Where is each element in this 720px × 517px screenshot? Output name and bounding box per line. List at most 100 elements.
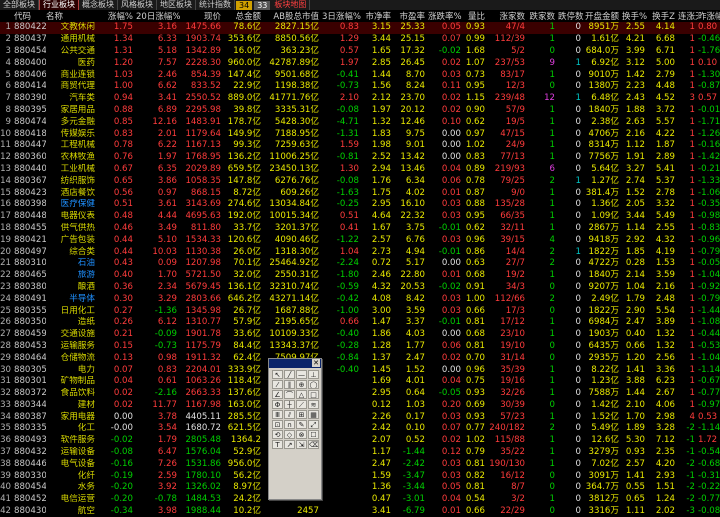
page-pill[interactable]: 34 [236, 0, 253, 10]
table-row[interactable]: 12 880360 农林牧渔 0.76 1.97 1768.95 136.2亿 11006.2… [0, 152, 720, 164]
draw-tool-icon[interactable]: ⁄ [272, 380, 283, 389]
table-row[interactable]: 23 880380 酿酒 0.36 2.34 5679.45 136.1亿 32310.74亿… [0, 282, 720, 294]
table-row[interactable]: 7 880390 汽车类 0.94 3.41 2550.52 889.0亿 41771.76亿… [0, 93, 720, 105]
draw-tool-icon[interactable]: ⤢ [308, 420, 319, 429]
close-icon[interactable]: ✕ [312, 359, 320, 367]
draw-tool-icon[interactable]: ✎ [296, 420, 307, 429]
draw-tool-icon[interactable]: ◇ [284, 430, 295, 439]
draw-tool-icon[interactable]: ∠ [272, 390, 283, 399]
draw-tool-icon[interactable]: ⊞ [296, 410, 307, 419]
column-header[interactable] [0, 10, 14, 22]
table-row[interactable]: 21 880310 石油 0.43 0.09 1207.98 70.1亿 25464.92亿 -… [0, 258, 720, 270]
column-header[interactable]: 换手% [622, 10, 648, 22]
tab-0[interactable]: 全部板块 [0, 0, 39, 10]
drawing-tools-panel[interactable]: ✕ ↖ ╱ — ⊥ ⁄ ∥ ⊕ ◯ ∠ ⌒ △ □ Φ ┼ ⟋ ≋ Ⅲ ⫽ ⊞ ▦ ⊡ ∩ ✎ ⤢ ⟲ ◇ ⊗ ☐ T ↗ ⇲ ⌫ [268, 358, 322, 500]
column-header[interactable]: 跌家数 [528, 10, 558, 22]
table-row[interactable]: 2 880437 通用机械 1.34 6.33 1903.74 353.6亿 8850.56亿… [0, 34, 720, 46]
draw-tool-icon[interactable]: ┼ [284, 400, 295, 409]
table-row[interactable]: 13 880440 工业机械 0.67 6.35 2029.89 659.5亿 23450.1… [0, 164, 720, 176]
table-row[interactable]: 37880432运输设备-0.086.471576.0452.9亿51491.1… [0, 447, 720, 459]
table-row[interactable]: 36880493软件服务-0.021.792805.481364.2316962… [0, 435, 720, 447]
draw-tool-icon[interactable]: ⊡ [272, 420, 283, 429]
draw-tool-icon[interactable]: Φ [272, 400, 283, 409]
column-header[interactable]: 现价 [180, 10, 224, 22]
column-header[interactable]: 3日涨幅% [322, 10, 362, 22]
column-header[interactable]: 换手Z [648, 10, 678, 22]
table-row[interactable]: 42 880430 航空 -0.34 3.98 1988.44 10.2亿 2457 3.41-… [0, 506, 720, 517]
table-row[interactable]: 16 880398 医疗保健 0.51 3.61 3143.69 274.6亿 13034.8… [0, 199, 720, 211]
column-header[interactable]: 市净率 [362, 10, 394, 22]
draw-tool-icon[interactable]: — [296, 370, 307, 379]
column-header[interactable]: 名称 [46, 10, 98, 22]
table-row[interactable]: 14 880367 纺织服饰 0.65 3.86 1058.35 147.8亿 6276.76… [0, 175, 720, 187]
draw-tool-icon[interactable]: ╱ [284, 370, 295, 379]
draw-tool-icon[interactable]: ↖ [272, 370, 283, 379]
draw-tool-icon[interactable]: □ [308, 390, 319, 399]
table-row[interactable]: 8 880395 家居用品 0.88 6.89 2295.98 39.8亿 3335.31亿 -… [0, 105, 720, 117]
table-row[interactable]: 22 880465 旅游 0.40 1.70 5721.50 32.0亿 2550.31亿 -1… [0, 270, 720, 282]
draw-tool-icon[interactable]: ⌒ [284, 390, 295, 399]
draw-tool-icon[interactable]: ⟲ [272, 430, 283, 439]
table-row[interactable]: 25 880355 日用化工 0.27 -1.36 1345.98 26.7亿 1687.88… [0, 305, 720, 317]
draw-tool-icon[interactable]: Ⅲ [272, 410, 283, 419]
column-header[interactable]: 20日涨幅% [136, 10, 180, 22]
draw-tool-icon[interactable]: ⊗ [296, 430, 307, 439]
table-row[interactable]: 4 880400 医药 1.20 7.57 2228.30 960.0亿 42787.89亿 1… [0, 57, 720, 69]
column-header[interactable]: 涨幅% [98, 10, 136, 22]
draw-tool-icon[interactable]: T [272, 440, 283, 449]
table-row[interactable]: 33880344建材0.0211.771167.98163.0亿76090.12… [0, 400, 720, 412]
table-row[interactable]: 18 880455 供气供热 0.46 3.49 811.80 33.7亿 3201.37亿 0… [0, 223, 720, 235]
table-row[interactable]: 17 880448 电器仪表 0.48 4.44 4695.63 192.0亿 10015.3… [0, 211, 720, 223]
draw-tool-icon[interactable]: ≋ [308, 400, 319, 409]
table-row[interactable]: 24 880491 半导体 0.30 3.29 2803.66 646.2亿 43271.14… [0, 293, 720, 305]
tab-2[interactable]: 概念板块 [79, 0, 118, 10]
column-header[interactable]: 涨跌率% [428, 10, 464, 22]
column-header[interactable]: 总金额 [224, 10, 264, 22]
column-header[interactable]: 涨家数 [488, 10, 528, 22]
panel-title-bar[interactable]: ✕ [269, 359, 321, 368]
column-header[interactable]: 开盘金额 [584, 10, 622, 22]
column-header[interactable]: 昨涨幅% [698, 10, 720, 22]
table-row[interactable]: 40880454水务-0.203.921326.028.97亿12391.36-… [0, 482, 720, 494]
column-header[interactable]: 市盈率 [394, 10, 428, 22]
draw-tool-icon[interactable]: ⊥ [308, 370, 319, 379]
table-row[interactable]: 35880335化工-0.003.541680.72621.5亿372902.4… [0, 423, 720, 435]
table-row[interactable]: 31880301矿物制品0.040.611063.26118.4亿30091.6… [0, 376, 720, 388]
tab-1[interactable]: 行业板块 [39, 0, 79, 10]
table-row[interactable]: 27 880459 交通设施 0.21 -0.09 1901.78 33.6亿 10109.3… [0, 329, 720, 341]
table-row[interactable]: 34880387家用电器0.003.784405.11285.5亿212822.… [0, 411, 720, 423]
table-row[interactable]: 20 880497 综合类 0.44 10.03 1130.38 26.0亿 1318.30亿… [0, 246, 720, 258]
column-header[interactable]: AB股总市值 [264, 10, 322, 22]
table-row[interactable]: 5 880406 商业连锁 1.03 2.46 854.39 147.4亿 9501.68亿 -… [0, 69, 720, 81]
draw-tool-icon[interactable]: ⌫ [308, 440, 319, 449]
table-row[interactable]: 10 880418 传媒娱乐 0.83 2.01 1179.64 149.9亿 7188.95… [0, 128, 720, 140]
table-row[interactable]: 19 880421 广告包装 0.44 5.10 1534.33 120.6亿 4090.46… [0, 234, 720, 246]
table-row[interactable]: 38880446电气设备-0.167.261531.86956.0亿522272… [0, 458, 720, 470]
tab-sector-map[interactable]: 板块地图 [271, 0, 311, 10]
table-row[interactable]: 15 880423 酒店餐饮 0.56 0.97 868.15 8.72亿 609.26亿 -1… [0, 187, 720, 199]
tab-5[interactable]: 统计指数 [196, 0, 235, 10]
draw-tool-icon[interactable]: ▦ [308, 410, 319, 419]
column-header[interactable]: 代码 [14, 10, 46, 22]
draw-tool-icon[interactable]: ◯ [308, 380, 319, 389]
column-header[interactable]: 连涨天 [678, 10, 698, 22]
tab-3[interactable]: 风格板块 [118, 0, 157, 10]
draw-tool-icon[interactable]: △ [296, 390, 307, 399]
table-row[interactable]: 1 880422 文教休闲 1.75 3.16 1475.66 78.6亿 2827.15亿 0… [0, 22, 720, 34]
table-row[interactable]: 28 880453 运输服务 0.15 -0.73 1175.79 84.4亿 13343.3… [0, 341, 720, 353]
draw-tool-icon[interactable]: ∥ [284, 380, 295, 389]
table-row[interactable]: 30880305电力0.070.832204.01333.9亿29423.19亿… [0, 364, 720, 376]
table-row[interactable]: 39880330化纤-0.192.591780.1056.2亿44221.59-… [0, 470, 720, 482]
column-header[interactable]: 跌停数 [558, 10, 584, 22]
table-row[interactable]: 26 880350 造纸 0.26 6.12 1310.77 57.9亿 2195.65亿 0.… [0, 317, 720, 329]
table-row[interactable]: 9 880474 多元金融 0.85 12.16 1483.91 178.7亿 5428.30… [0, 116, 720, 128]
draw-tool-icon[interactable]: ∩ [284, 420, 295, 429]
table-row[interactable]: 29880464仓储物流0.130.981911.3262.4亿7509.97亿… [0, 352, 720, 364]
draw-tool-icon[interactable]: ↗ [284, 440, 295, 449]
draw-tool-icon[interactable]: ⟋ [296, 400, 307, 409]
table-row[interactable]: 32880372食品饮料0.02-2.162663.33137.6亿167922… [0, 388, 720, 400]
draw-tool-icon[interactable]: ☐ [308, 430, 319, 439]
table-row[interactable]: 3 880454 公共交通 1.31 5.18 1342.89 16.0亿 363.23亿 0.… [0, 46, 720, 58]
column-header[interactable]: 量比 [464, 10, 488, 22]
draw-tool-icon[interactable]: ⊕ [296, 380, 307, 389]
